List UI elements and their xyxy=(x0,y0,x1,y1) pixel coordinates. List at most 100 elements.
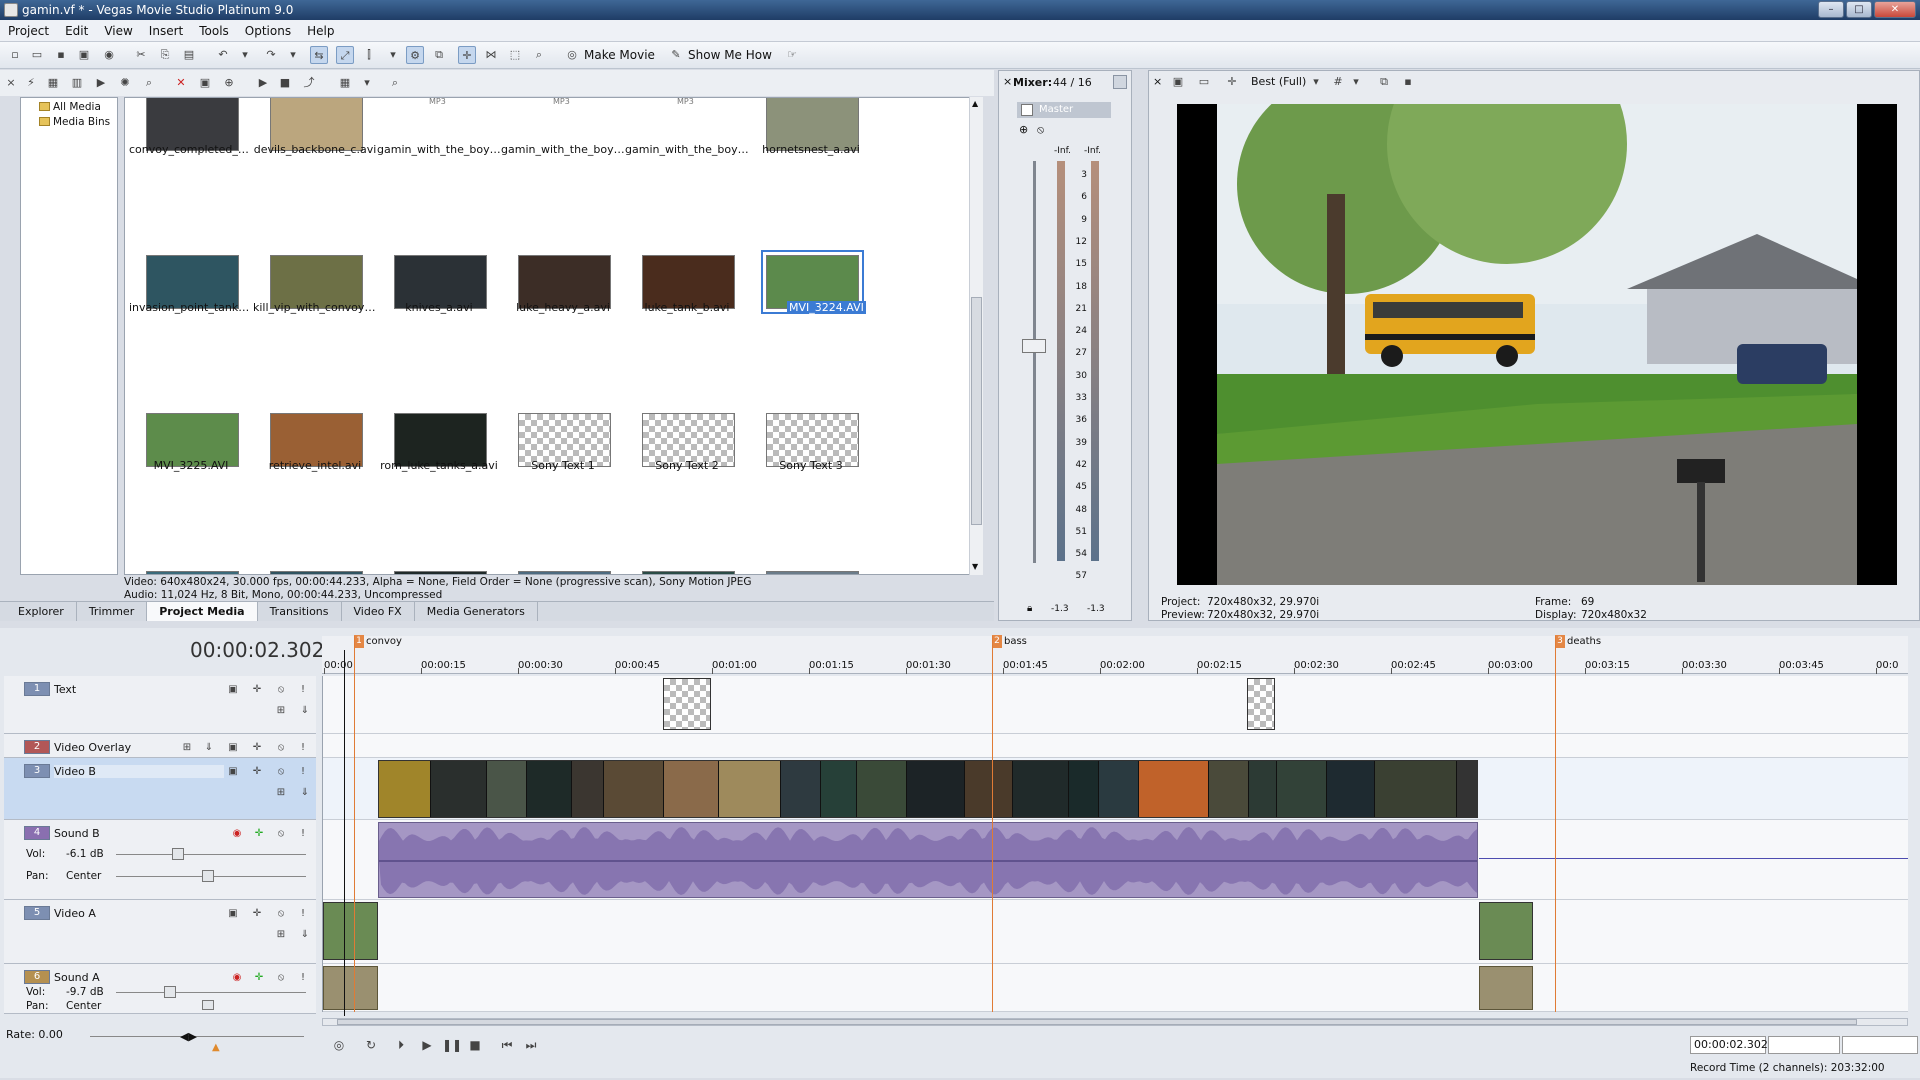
expand-icon[interactable]: ⇓ xyxy=(298,928,312,941)
track-name-video-overlay[interactable]: Video Overlay xyxy=(54,741,131,754)
menu-project[interactable]: Project xyxy=(0,20,57,42)
play-preview-icon[interactable]: ▶ xyxy=(254,74,272,92)
go-to-start-icon[interactable]: ⏮ xyxy=(498,1036,516,1054)
arm-record-icon[interactable]: ◉ xyxy=(230,827,244,840)
media-item[interactable] xyxy=(129,477,253,574)
compositing-icon[interactable]: ⊞ xyxy=(274,928,288,941)
split-dropdown-icon[interactable]: ▾ xyxy=(384,46,402,64)
timeline-scroll-thumb[interactable] xyxy=(337,1019,1857,1025)
scroll-up-icon[interactable]: ▲ xyxy=(972,99,978,108)
media-item[interactable] xyxy=(253,477,377,574)
mute-icon[interactable]: ⦸ xyxy=(274,741,288,754)
track-header-sound-a[interactable]: 6 Sound A ◉ ✛ ⦸ ! Vol: -9.7 dB Pan: Cent… xyxy=(4,964,316,1014)
tree-item-all-media[interactable]: All Media xyxy=(39,100,101,114)
maximize-button[interactable]: □ xyxy=(1846,1,1872,18)
overlays-dropdown-icon[interactable]: ▾ xyxy=(1347,73,1365,91)
media-item[interactable]: knives_a.avi xyxy=(377,161,501,314)
menu-insert[interactable]: Insert xyxy=(141,20,191,42)
playhead-cursor[interactable] xyxy=(344,650,345,1016)
track-header-video-b[interactable]: 3 Video B ▣ ✛ ⦸ ! ⊞ ⇓ xyxy=(4,758,316,820)
media-item[interactable]: Sony Text 3 xyxy=(749,319,873,472)
media-scroll-thumb[interactable] xyxy=(971,297,982,525)
close-preview-icon[interactable]: × xyxy=(1153,75,1162,88)
quality-dropdown-icon[interactable]: ▾ xyxy=(1307,73,1325,91)
mute-icon[interactable]: ⦸ xyxy=(274,683,288,696)
redo-icon[interactable]: ↷ xyxy=(262,46,280,64)
minimize-button[interactable]: – xyxy=(1818,1,1844,18)
solo-icon[interactable]: ! xyxy=(296,971,310,984)
media-item[interactable]: Sony Text 1 xyxy=(501,319,625,472)
master-fader-track[interactable] xyxy=(1033,161,1036,563)
pan-slider-handle[interactable] xyxy=(202,870,214,882)
zoom-tool-icon[interactable]: ⌕ xyxy=(530,46,548,64)
track-name-video-b[interactable]: Video B xyxy=(54,765,224,778)
media-item[interactable]: luke_tank_b.avi xyxy=(625,161,749,314)
mixer-options-icon[interactable] xyxy=(1113,75,1127,89)
track-fx-icon[interactable]: ✛ xyxy=(250,741,264,754)
master-solo-icon[interactable]: ⦸ xyxy=(1037,123,1044,137)
undo-icon[interactable]: ↶ xyxy=(214,46,232,64)
master-fader-handle[interactable] xyxy=(1022,339,1046,353)
volume-slider-track[interactable] xyxy=(116,992,306,993)
pan-slider-handle[interactable] xyxy=(202,1000,214,1010)
track-fx-icon[interactable]: ✛ xyxy=(250,683,264,696)
import-media-icon[interactable]: ⚡ xyxy=(22,74,40,92)
track-fx-icon[interactable]: ✛ xyxy=(252,827,266,840)
media-item[interactable]: Sony Text 2 xyxy=(625,319,749,472)
track-motion-icon[interactable]: ▣ xyxy=(226,907,240,920)
auto-ripple-icon[interactable]: ⚙ xyxy=(406,46,424,64)
envelope-tool-icon[interactable]: ⤢ xyxy=(336,46,354,64)
master-mute-icon[interactable]: ⊕ xyxy=(1019,123,1028,136)
volume-slider-handle[interactable] xyxy=(172,848,184,860)
expand-icon[interactable]: ⇓ xyxy=(298,704,312,717)
get-media-web-icon[interactable]: ▶ xyxy=(92,74,110,92)
preview-quality[interactable]: Best (Full) xyxy=(1251,73,1306,91)
media-item[interactable]: MP3 gamin_with_the_boys_... xyxy=(377,98,501,156)
mute-icon[interactable]: ⦸ xyxy=(274,827,288,840)
new-icon[interactable]: ▫ xyxy=(6,46,24,64)
track-header-video-a[interactable]: 5 Video A ▣ ✛ ⦸ ! ⊞ ⇓ xyxy=(4,900,316,964)
track-name-text[interactable]: Text xyxy=(54,683,76,696)
media-item[interactable] xyxy=(377,477,501,574)
media-scrollbar[interactable]: ▲ ▼ xyxy=(969,97,983,575)
master-fx-icon[interactable] xyxy=(1021,104,1033,116)
solo-icon[interactable]: ! xyxy=(296,765,310,778)
track-name-sound-b[interactable]: Sound B xyxy=(54,827,100,840)
time-ruler[interactable]: 00:00 00:00:15 00:00:30 00:00:45 00:01:00 00:… xyxy=(322,635,1908,674)
track-motion-icon[interactable]: ▣ xyxy=(226,765,240,778)
selection-length-display[interactable] xyxy=(1842,1036,1918,1054)
make-movie-icon[interactable]: ◎ xyxy=(563,46,581,64)
timeline-hscrollbar[interactable] xyxy=(322,1018,1908,1026)
lane-video-overlay[interactable] xyxy=(323,734,1908,758)
solo-icon[interactable]: ! xyxy=(296,907,310,920)
lane-sound-b[interactable] xyxy=(323,820,1908,900)
stop-icon[interactable]: ■ xyxy=(466,1036,484,1054)
time-display[interactable]: 00:00:02.302 xyxy=(1690,1036,1768,1054)
properties-icon[interactable]: ▣ xyxy=(196,74,214,92)
track-fx-icon[interactable]: ✛ xyxy=(250,907,264,920)
make-movie-button[interactable]: Make Movie xyxy=(584,46,655,64)
tab-project-media[interactable]: Project Media xyxy=(147,602,258,621)
track-name-sound-a[interactable]: Sound A xyxy=(54,971,100,984)
search-media-icon[interactable]: ⌕ xyxy=(140,74,158,92)
track-motion-icon[interactable]: ▣ xyxy=(226,683,240,696)
auto-preview-icon[interactable]: ⤴ xyxy=(300,74,318,92)
menu-help[interactable]: Help xyxy=(299,20,342,42)
sound-a-clip[interactable] xyxy=(1479,966,1533,1010)
media-item[interactable]: devils_backbone_c.avi xyxy=(253,98,377,156)
video-b-clips[interactable] xyxy=(378,760,1478,818)
volume-slider-handle[interactable] xyxy=(164,986,176,998)
lock-icon[interactable]: 🔒︎ xyxy=(1027,603,1032,614)
media-item[interactable]: rom_luke_tanks_a.avi xyxy=(377,319,501,472)
cut-icon[interactable]: ✂ xyxy=(132,46,150,64)
volume-envelope[interactable] xyxy=(1479,858,1908,859)
snapping-icon[interactable]: ✛ xyxy=(458,46,476,64)
menu-edit[interactable]: Edit xyxy=(57,20,96,42)
track-header-sound-b[interactable]: 4 Sound B ◉ ✛ ⦸ ! Vol: -6.1 dB Pan: Cent… xyxy=(4,820,316,900)
compositing-icon[interactable]: ⊞ xyxy=(274,786,288,799)
expand-icon[interactable]: ⇓ xyxy=(298,786,312,799)
save-snapshot-icon[interactable]: ▪ xyxy=(1399,73,1417,91)
media-item[interactable] xyxy=(501,477,625,574)
track-name-video-a[interactable]: Video A xyxy=(54,907,96,920)
split-tool-icon[interactable]: ⫿ xyxy=(360,46,378,64)
